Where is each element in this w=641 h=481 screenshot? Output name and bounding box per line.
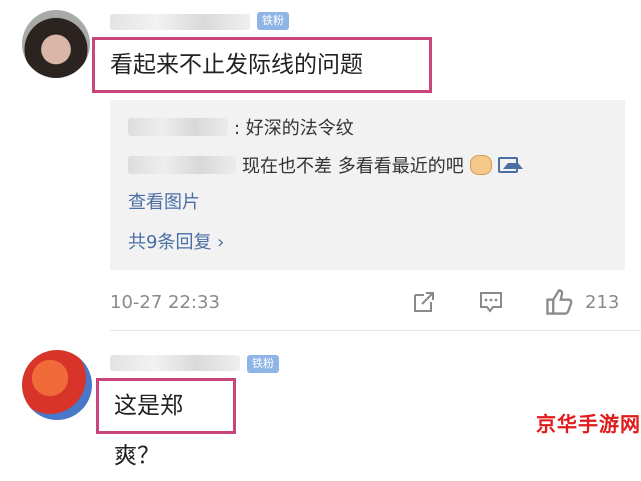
divider [110, 330, 641, 331]
reply-username-blurred[interactable] [128, 118, 228, 136]
comment-icon[interactable] [478, 289, 504, 315]
reply-text: : 好深的法令纹 [234, 118, 354, 139]
replies-count-link[interactable]: 共9条回复 › [128, 228, 224, 254]
timestamp: 10-27 22:33 [110, 292, 220, 313]
avatar[interactable] [22, 10, 90, 78]
view-images-link[interactable]: 查看图片 [128, 188, 200, 214]
fan-badge: 铁粉 [247, 355, 279, 373]
image-icon[interactable] [497, 157, 523, 173]
reply-text: 现在也不差 多看看最近的吧 [242, 156, 464, 177]
comment-text: 看起来不止发际线的问题 [92, 37, 432, 93]
reply-username-blurred[interactable] [128, 156, 236, 174]
username-blurred[interactable] [110, 355, 240, 371]
like-icon[interactable] [544, 287, 574, 317]
avatar[interactable] [22, 350, 92, 420]
reply-item[interactable]: 现在也不差 多看看最近的吧 [128, 152, 523, 178]
reply-item[interactable]: : 好深的法令纹 [128, 114, 354, 140]
watermark: 京华手游网 [536, 412, 641, 436]
fan-badge: 铁粉 [257, 12, 289, 30]
cat-emoji-icon [469, 155, 492, 175]
share-icon[interactable] [411, 289, 437, 315]
like-count: 213 [585, 292, 620, 313]
username-blurred[interactable] [110, 14, 250, 30]
comment-text: 这是郑爽？ [96, 378, 236, 469]
